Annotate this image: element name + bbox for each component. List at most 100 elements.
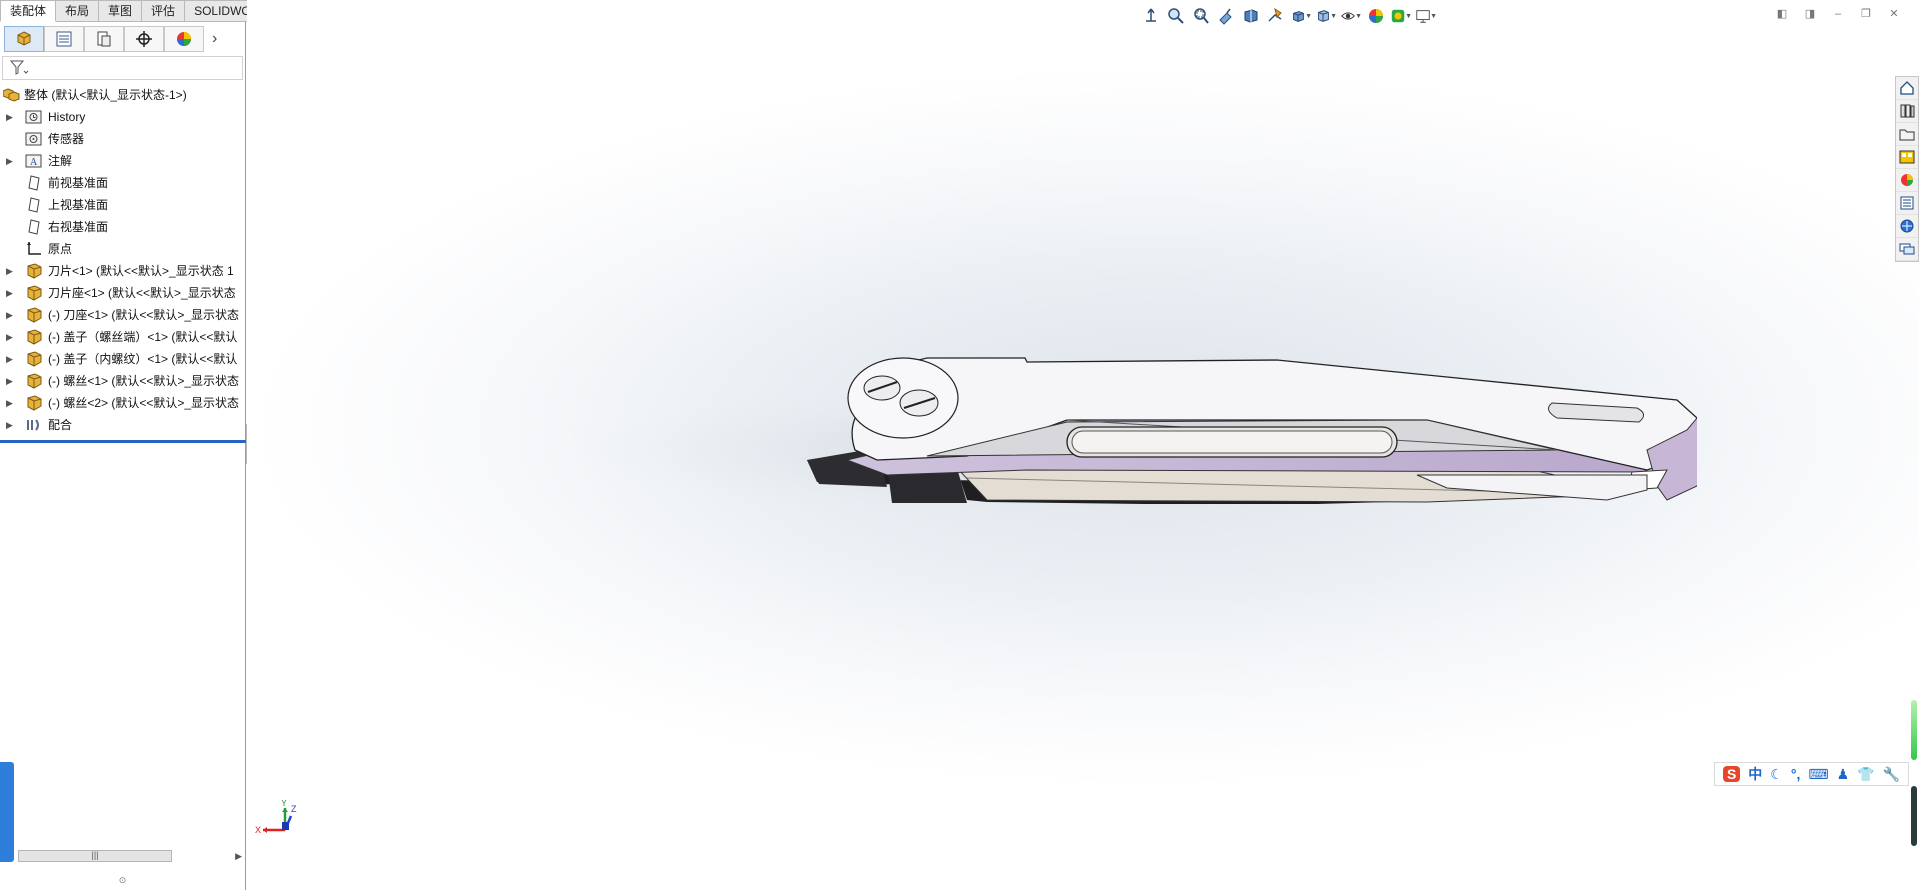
home-icon xyxy=(1900,81,1914,95)
apply-scene-icon xyxy=(1391,9,1405,23)
ime-chinese-mode[interactable]: 中 xyxy=(1748,764,1762,784)
tree-item[interactable]: 原点 xyxy=(0,238,245,260)
zoom-to-fit-button[interactable] xyxy=(1165,5,1187,27)
scroll-right-icon[interactable]: ▶ xyxy=(235,851,242,862)
view-settings-button[interactable]: ▼ xyxy=(1415,5,1437,27)
plane-icon xyxy=(25,175,43,191)
tree-item[interactable]: ▶ History xyxy=(0,106,245,128)
zoom-slider[interactable] xyxy=(1911,700,1917,760)
task-pane-chat[interactable] xyxy=(1896,238,1918,261)
view-orientation-cube-button[interactable]: ▼ xyxy=(1290,5,1312,27)
triad-y-label: Y xyxy=(281,800,287,808)
tree-item[interactable]: ▶ A 注解 xyxy=(0,150,245,172)
tree-item[interactable]: 前视基准面 xyxy=(0,172,245,194)
command-tab-3[interactable]: 评估 xyxy=(142,0,186,22)
expand-arrow-icon[interactable]: ▶ xyxy=(6,106,14,128)
feature-filter[interactable] xyxy=(2,56,243,80)
graphics-area[interactable]: ▼ ▼ ▼ ▼ ▼ ◧ ◨ – ❐ ✕ X Y Z S 中 ☾ °, ⌨ ♟ 👕… xyxy=(247,0,1919,890)
displaymanager-tab[interactable] xyxy=(164,26,204,52)
command-tab-2[interactable]: 草图 xyxy=(99,0,143,22)
dynamic-annotation-button[interactable] xyxy=(1265,5,1287,27)
configurationmanager-tab[interactable] xyxy=(84,26,124,52)
expand-arrow-icon[interactable]: ▶ xyxy=(6,392,14,414)
command-tab-0[interactable]: 装配体 xyxy=(0,0,57,22)
tree-item-label: 刀片<1> (默认<<默认>_显示状态 1 xyxy=(48,264,234,278)
task-pane-home[interactable] xyxy=(1896,77,1918,100)
settings-wrench-icon[interactable]: 🔧 xyxy=(1883,766,1900,783)
expand-arrow-icon[interactable]: ▶ xyxy=(6,414,14,436)
tree-item[interactable]: 右视基准面 xyxy=(0,216,245,238)
rollback-bar[interactable] xyxy=(0,440,246,443)
sogou-logo-icon[interactable]: S xyxy=(1722,766,1741,782)
tile-left-button[interactable]: ◧ xyxy=(1771,6,1793,22)
tree-item[interactable]: 传感器 xyxy=(0,128,245,150)
tree-item[interactable]: 上视基准面 xyxy=(0,194,245,216)
expand-arrow-icon[interactable]: ▶ xyxy=(6,304,14,326)
tree-item[interactable]: ▶ 刀片座<1> (默认<<默认>_显示状态 xyxy=(0,282,245,304)
tile-right-button[interactable]: ◨ xyxy=(1799,6,1821,22)
dynamic-annotation-icon xyxy=(1268,7,1282,22)
hide-show-button[interactable]: ▼ xyxy=(1340,5,1362,27)
dimxpertmanager-tab[interactable] xyxy=(124,26,164,52)
tree-item[interactable]: ▶ (-) 盖子（内螺纹）<1> (默认<<默认 xyxy=(0,348,245,370)
expand-arrow-icon[interactable]: ▶ xyxy=(6,282,14,304)
dark-scroll-handle[interactable] xyxy=(1911,786,1917,846)
minimize-button[interactable]: – xyxy=(1827,6,1849,22)
task-pane-forum[interactable] xyxy=(1896,215,1918,238)
expand-arrow-icon[interactable]: ▶ xyxy=(6,326,14,348)
section-view-button[interactable] xyxy=(1240,5,1262,27)
panel-resize-grip[interactable]: ⊙ xyxy=(0,875,245,886)
origin-icon xyxy=(25,241,43,257)
plane-icon xyxy=(25,219,43,235)
propertymanager-tab[interactable] xyxy=(44,26,84,52)
task-pane-custom-properties[interactable] xyxy=(1896,192,1918,215)
restore-button[interactable]: ❐ xyxy=(1855,6,1877,22)
tree-root-assembly[interactable]: 整体 (默认<默认_显示状态-1>) xyxy=(0,84,245,106)
previous-view-button[interactable] xyxy=(1215,5,1237,27)
view-orientation-button[interactable] xyxy=(1140,5,1162,27)
tree-item[interactable]: ▶ (-) 刀座<1> (默认<<默认>_显示状态 xyxy=(0,304,245,326)
knife-assembly-model[interactable] xyxy=(547,300,1697,560)
annotation-icon: A xyxy=(25,153,43,169)
chevron-right-icon[interactable]: › xyxy=(212,30,217,48)
part-icon xyxy=(25,395,43,411)
featuremanager-tab[interactable] xyxy=(4,26,44,52)
scrollbar-thumb[interactable]: ||| xyxy=(18,850,172,862)
side-tab[interactable] xyxy=(0,762,14,862)
edit-appearance-button[interactable] xyxy=(1365,5,1387,27)
display-style-button[interactable]: ▼ xyxy=(1315,5,1337,27)
horizontal-scrollbar[interactable]: ||| ▶ xyxy=(0,846,246,866)
expand-arrow-icon[interactable]: ▶ xyxy=(6,150,14,172)
design-library-icon xyxy=(1900,104,1915,118)
task-pane-appearances[interactable] xyxy=(1896,169,1918,192)
appearances-icon xyxy=(1901,174,1913,186)
propertymanager-icon xyxy=(56,31,72,47)
tree-item[interactable]: ▶ 刀片<1> (默认<<默认>_显示状态 1 xyxy=(0,260,245,282)
part-icon xyxy=(25,351,43,367)
expand-arrow-icon[interactable]: ▶ xyxy=(6,348,14,370)
skin-icon[interactable]: 👕 xyxy=(1857,766,1874,783)
history-icon xyxy=(25,109,43,125)
expand-arrow-icon[interactable]: ▶ xyxy=(6,370,14,392)
tree-item[interactable]: ▶ 配合 xyxy=(0,414,245,436)
close-button[interactable]: ✕ xyxy=(1883,6,1905,22)
expand-arrow-icon[interactable]: ▶ xyxy=(6,260,14,282)
punctuation-icon[interactable]: °, xyxy=(1791,766,1801,782)
feature-manager-panel: › 整体 (默认<默认_显示状态-1>) ▶ History 传感器 ▶ A 注解 前视基准… xyxy=(0,22,246,890)
tree-item-label: 原点 xyxy=(48,242,73,256)
command-tab-1[interactable]: 布局 xyxy=(56,0,100,22)
tree-item[interactable]: ▶ (-) 螺丝<1> (默认<<默认>_显示状态 xyxy=(0,370,245,392)
task-pane-file-explorer[interactable] xyxy=(1896,123,1918,146)
tree-item[interactable]: ▶ (-) 盖子（螺丝端）<1> (默认<<默认 xyxy=(0,326,245,348)
file-explorer-icon xyxy=(1899,129,1915,141)
keyboard-icon[interactable]: ⌨ xyxy=(1808,766,1828,783)
apply-scene-button[interactable]: ▼ xyxy=(1390,5,1412,27)
zoom-area-icon xyxy=(1194,8,1209,24)
task-pane-view-palette[interactable] xyxy=(1896,146,1918,169)
tree-item-label: 注解 xyxy=(48,154,73,168)
task-pane-design-library[interactable] xyxy=(1896,100,1918,123)
user-icon[interactable]: ♟ xyxy=(1837,766,1850,783)
moon-icon[interactable]: ☾ xyxy=(1770,766,1783,783)
zoom-area-button[interactable] xyxy=(1190,5,1212,27)
tree-item[interactable]: ▶ (-) 螺丝<2> (默认<<默认>_显示状态 xyxy=(0,392,245,414)
